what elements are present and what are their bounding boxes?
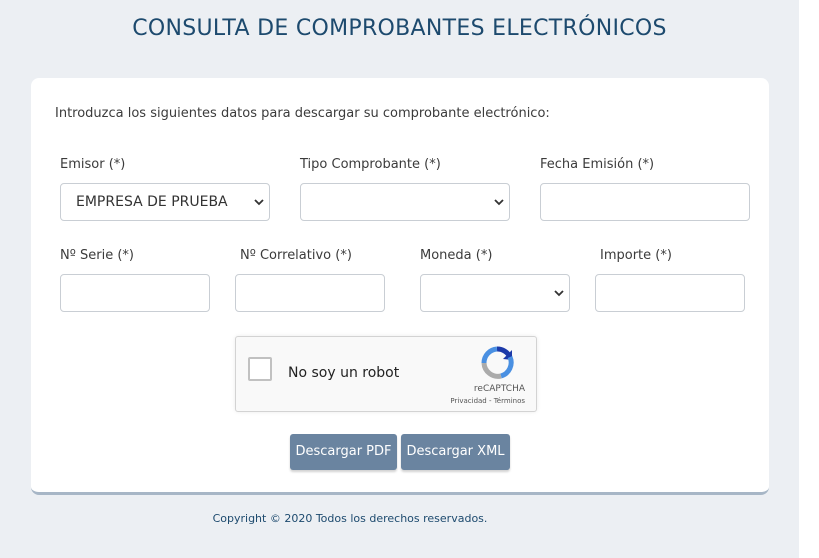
importe-input[interactable] — [595, 274, 745, 312]
correlativo-input[interactable] — [235, 274, 385, 312]
download-xml-button[interactable]: Descargar XML — [401, 434, 510, 470]
form-card: Introduzca los siguientes datos para des… — [31, 78, 769, 495]
moneda-select[interactable] — [420, 274, 570, 312]
recaptcha-checkbox[interactable] — [248, 357, 272, 381]
recaptcha-logo-icon — [481, 346, 514, 379]
serie-label: Nº Serie (*) — [60, 248, 134, 263]
page-title: CONSULTA DE COMPROBANTES ELECTRÓNICOS — [132, 16, 667, 41]
chevron-down-icon — [554, 290, 564, 297]
footer-copyright: Copyright © 2020 Todos los derechos rese… — [212, 512, 488, 525]
recaptcha-label: No soy un robot — [288, 365, 400, 381]
emisor-select[interactable]: EMPRESA DE PRUEBA — [60, 183, 270, 221]
fecha-emision-label: Fecha Emisión (*) — [540, 157, 655, 172]
fecha-emision-input[interactable] — [540, 183, 750, 221]
recaptcha-links[interactable]: Privacidad - Términos — [236, 397, 525, 405]
moneda-label: Moneda (*) — [420, 248, 493, 263]
serie-input[interactable] — [60, 274, 210, 312]
emisor-value: EMPRESA DE PRUEBA — [76, 194, 228, 210]
intro-text: Introduzca los siguientes datos para des… — [55, 106, 550, 121]
recaptcha-brand: reCAPTCHA — [473, 384, 525, 394]
tipo-comprobante-label: Tipo Comprobante (*) — [300, 157, 441, 172]
recaptcha-widget: No soy un robot reCAPTCHA Privacidad - T… — [235, 336, 537, 412]
correlativo-label: Nº Correlativo (*) — [240, 248, 352, 263]
chevron-down-icon — [254, 199, 264, 206]
chevron-down-icon — [494, 199, 504, 206]
importe-label: Importe (*) — [600, 248, 672, 263]
download-pdf-button[interactable]: Descargar PDF — [290, 434, 397, 470]
emisor-label: Emisor (*) — [60, 157, 126, 172]
tipo-comprobante-select[interactable] — [300, 183, 510, 221]
